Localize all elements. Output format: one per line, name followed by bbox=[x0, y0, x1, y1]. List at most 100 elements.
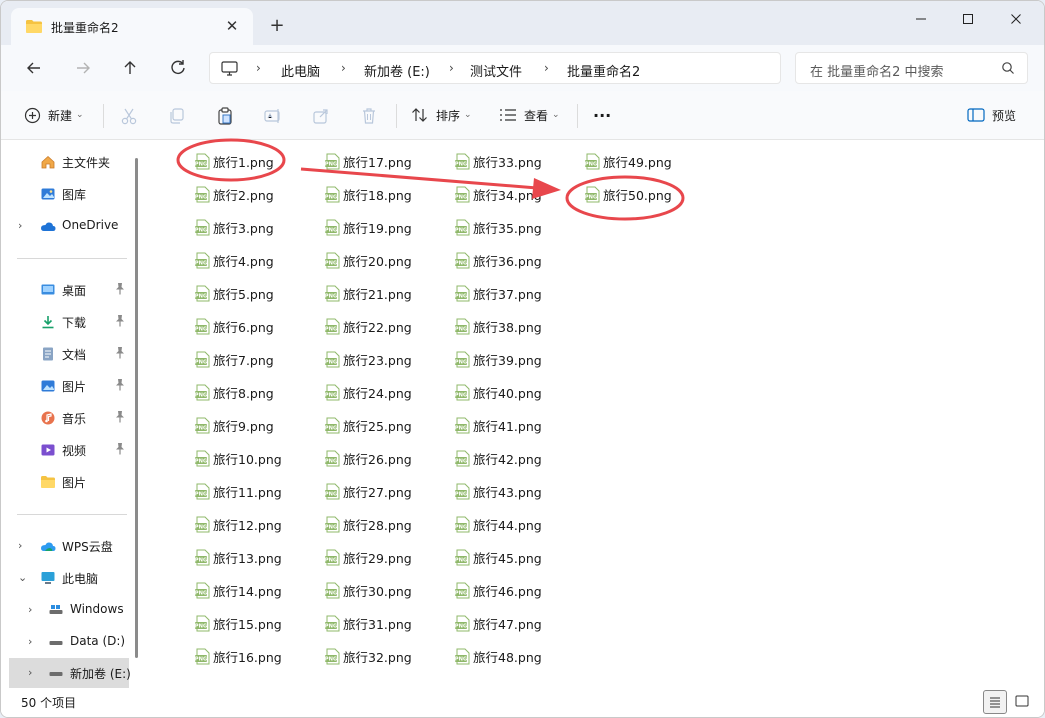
file-item[interactable]: PNG 旅行14.png bbox=[194, 579, 282, 601]
file-item[interactable]: PNG 旅行15.png bbox=[194, 612, 282, 634]
search-box[interactable]: 在 批量重命名2 中搜索 bbox=[795, 52, 1028, 84]
file-item[interactable]: PNG 旅行39.png bbox=[454, 348, 542, 370]
file-item[interactable]: PNG 旅行2.png bbox=[194, 183, 274, 205]
paste-icon[interactable] bbox=[215, 106, 235, 126]
sidebar-item-pictures[interactable]: 图片 bbox=[1, 372, 131, 400]
breadcrumb-test-files[interactable]: 测试文件 bbox=[470, 61, 522, 80]
file-item[interactable]: PNG 旅行35.png bbox=[454, 216, 542, 238]
breadcrumb-drive-e[interactable]: 新加卷 (E:) bbox=[364, 61, 430, 80]
file-item[interactable]: PNG 旅行3.png bbox=[194, 216, 274, 238]
breadcrumb-this-pc[interactable]: 此电脑 bbox=[281, 61, 320, 80]
file-item[interactable]: PNG 旅行48.png bbox=[454, 645, 542, 667]
chevron-right-icon[interactable]: › bbox=[28, 603, 32, 616]
file-item[interactable]: PNG 旅行9.png bbox=[194, 414, 274, 436]
sidebar-item-desktop[interactable]: 桌面 bbox=[1, 276, 131, 304]
sidebar-item-windows-drive[interactable]: › Windows bbox=[1, 596, 131, 624]
details-view-button[interactable] bbox=[983, 690, 1007, 714]
cut-icon[interactable] bbox=[119, 106, 139, 126]
file-item[interactable]: PNG 旅行10.png bbox=[194, 447, 282, 469]
chevron-right-icon[interactable]: › bbox=[18, 539, 22, 552]
file-item[interactable]: PNG 旅行16.png bbox=[194, 645, 282, 667]
new-button[interactable]: 新建 ⌄ bbox=[24, 104, 84, 126]
sidebar-item-music[interactable]: 音乐 bbox=[1, 404, 131, 432]
file-item[interactable]: PNG 旅行25.png bbox=[324, 414, 412, 436]
preview-pane-button[interactable]: 预览 bbox=[967, 104, 1016, 126]
sidebar-item-data-drive[interactable]: › Data (D:) bbox=[1, 628, 131, 656]
sidebar-item-wps-cloud[interactable]: › WPS云盘 bbox=[1, 532, 131, 560]
file-item[interactable]: PNG 旅行23.png bbox=[324, 348, 412, 370]
chevron-down-icon[interactable]: ⌄ bbox=[18, 571, 27, 584]
file-item[interactable]: PNG 旅行49.png bbox=[584, 150, 672, 172]
file-item[interactable]: PNG 旅行7.png bbox=[194, 348, 274, 370]
file-item[interactable]: PNG 旅行21.png bbox=[324, 282, 412, 304]
rename-icon[interactable] bbox=[263, 106, 283, 126]
file-item[interactable]: PNG 旅行46.png bbox=[454, 579, 542, 601]
file-item[interactable]: PNG 旅行28.png bbox=[324, 513, 412, 535]
close-window-button[interactable] bbox=[993, 7, 1039, 33]
close-tab-button[interactable]: ✕ bbox=[223, 17, 241, 35]
file-item[interactable]: PNG 旅行44.png bbox=[454, 513, 542, 535]
sidebar-item-gallery[interactable]: 图库 bbox=[1, 180, 131, 208]
file-item[interactable]: PNG 旅行17.png bbox=[324, 150, 412, 172]
forward-button[interactable] bbox=[71, 56, 95, 80]
chevron-right-icon[interactable]: › bbox=[18, 219, 22, 232]
file-item[interactable]: PNG 旅行20.png bbox=[324, 249, 412, 271]
file-item[interactable]: PNG 旅行29.png bbox=[324, 546, 412, 568]
file-item[interactable]: PNG 旅行37.png bbox=[454, 282, 542, 304]
chevron-right-icon[interactable]: › bbox=[28, 635, 32, 648]
file-item[interactable]: PNG 旅行27.png bbox=[324, 480, 412, 502]
file-item[interactable]: PNG 旅行1.png bbox=[194, 150, 274, 172]
copy-icon[interactable] bbox=[167, 106, 187, 126]
file-item[interactable]: PNG 旅行50.png bbox=[584, 183, 672, 205]
file-item[interactable]: PNG 旅行6.png bbox=[194, 315, 274, 337]
delete-icon[interactable] bbox=[359, 106, 379, 126]
tiles-view-button[interactable] bbox=[1011, 690, 1035, 714]
file-item[interactable]: PNG 旅行30.png bbox=[324, 579, 412, 601]
file-item[interactable]: PNG 旅行11.png bbox=[194, 480, 282, 502]
address-bar[interactable]: › 此电脑 › 新加卷 (E:) › 测试文件 › 批量重命名2 bbox=[209, 52, 781, 84]
file-item[interactable]: PNG 旅行47.png bbox=[454, 612, 542, 634]
tab-current[interactable]: 批量重命名2 ✕ bbox=[11, 8, 253, 45]
sidebar-scrollbar[interactable] bbox=[135, 158, 138, 658]
view-button[interactable]: 查看 ⌄ bbox=[499, 104, 560, 126]
breadcrumb-current-folder[interactable]: 批量重命名2 bbox=[567, 61, 640, 80]
back-button[interactable] bbox=[22, 56, 46, 80]
file-item[interactable]: PNG 旅行8.png bbox=[194, 381, 274, 403]
file-item[interactable]: PNG 旅行34.png bbox=[454, 183, 542, 205]
sidebar-item-this-pc[interactable]: ⌄ 此电脑 bbox=[1, 564, 131, 592]
share-icon[interactable] bbox=[311, 106, 331, 126]
sidebar-item-downloads[interactable]: 下载 bbox=[1, 308, 131, 336]
file-item[interactable]: PNG 旅行5.png bbox=[194, 282, 274, 304]
file-item[interactable]: PNG 旅行36.png bbox=[454, 249, 542, 271]
file-item[interactable]: PNG 旅行18.png bbox=[324, 183, 412, 205]
file-item[interactable]: PNG 旅行45.png bbox=[454, 546, 542, 568]
file-item[interactable]: PNG 旅行33.png bbox=[454, 150, 542, 172]
up-button[interactable] bbox=[118, 56, 142, 80]
sidebar-item-onedrive[interactable]: › OneDrive bbox=[1, 212, 131, 240]
refresh-button[interactable] bbox=[166, 56, 190, 80]
file-item[interactable]: PNG 旅行13.png bbox=[194, 546, 282, 568]
sidebar-item-documents[interactable]: 文档 bbox=[1, 340, 131, 368]
file-item[interactable]: PNG 旅行42.png bbox=[454, 447, 542, 469]
maximize-button[interactable] bbox=[945, 7, 991, 33]
file-item[interactable]: PNG 旅行31.png bbox=[324, 612, 412, 634]
sidebar-item-videos[interactable]: 视频 bbox=[1, 436, 131, 464]
file-item[interactable]: PNG 旅行38.png bbox=[454, 315, 542, 337]
file-item[interactable]: PNG 旅行22.png bbox=[324, 315, 412, 337]
file-item[interactable]: PNG 旅行4.png bbox=[194, 249, 274, 271]
file-item[interactable]: PNG 旅行26.png bbox=[324, 447, 412, 469]
sidebar-item-new-volume-e[interactable]: › 新加卷 (E:) bbox=[9, 658, 131, 688]
minimize-button[interactable] bbox=[898, 7, 944, 33]
sidebar-item-home[interactable]: 主文件夹 bbox=[1, 148, 131, 176]
sort-button[interactable]: 排序 ⌄ bbox=[411, 104, 472, 126]
file-item[interactable]: PNG 旅行32.png bbox=[324, 645, 412, 667]
more-options-button[interactable]: ··· bbox=[593, 104, 611, 126]
file-item[interactable]: PNG 旅行12.png bbox=[194, 513, 282, 535]
file-item[interactable]: PNG 旅行19.png bbox=[324, 216, 412, 238]
sidebar-item-pictures-folder[interactable]: 图片 bbox=[1, 468, 131, 496]
new-tab-button[interactable]: + bbox=[266, 15, 288, 37]
file-item[interactable]: PNG 旅行41.png bbox=[454, 414, 542, 436]
file-item[interactable]: PNG 旅行24.png bbox=[324, 381, 412, 403]
file-item[interactable]: PNG 旅行43.png bbox=[454, 480, 542, 502]
chevron-right-icon[interactable]: › bbox=[28, 666, 32, 679]
